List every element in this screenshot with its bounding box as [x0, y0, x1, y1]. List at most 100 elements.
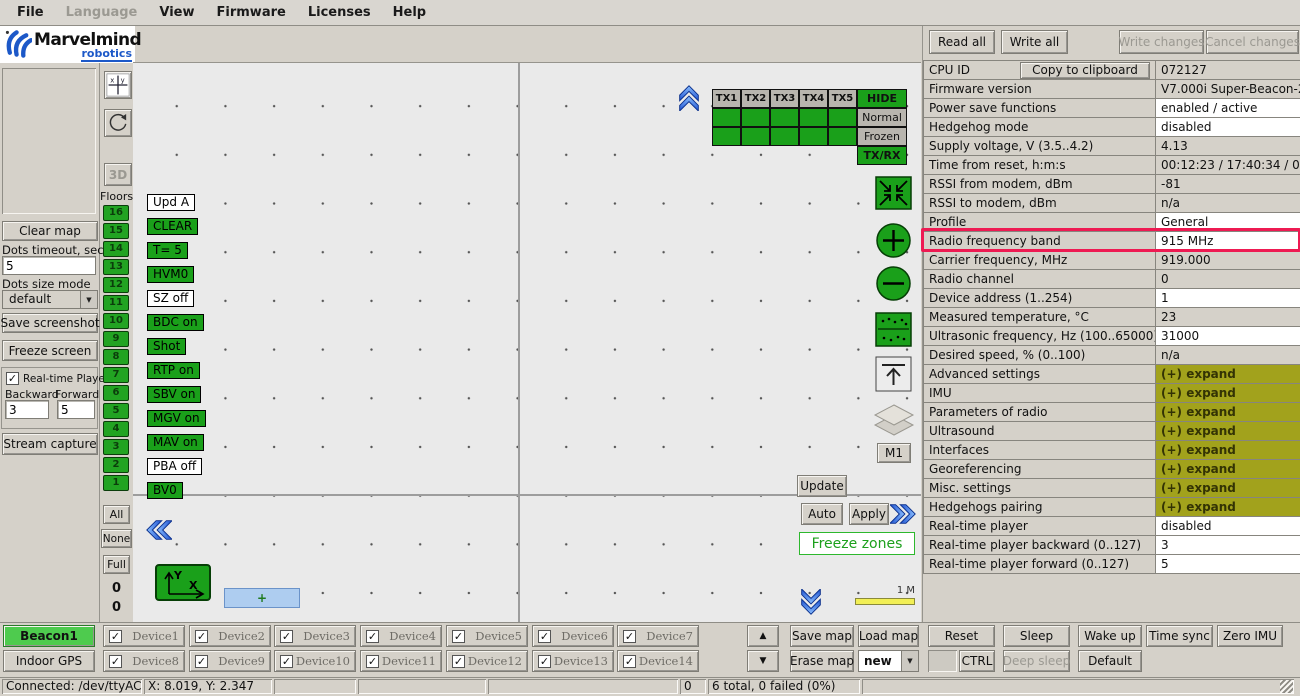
fit-to-screen-icon[interactable]: [875, 176, 912, 210]
device-checkbox[interactable]: ✓: [538, 630, 551, 643]
floor-button-4[interactable]: 4: [103, 421, 129, 437]
zoom-out-icon[interactable]: [875, 265, 912, 302]
tx-txrx-button[interactable]: TX/RX: [857, 146, 907, 165]
expand-cell[interactable]: (+) expand: [1156, 384, 1300, 403]
tx-cell[interactable]: [741, 127, 770, 146]
floors-none-button[interactable]: None: [101, 529, 132, 548]
copy-to-clipboard-button[interactable]: Copy to clipboard: [1020, 62, 1150, 79]
floor-button-15[interactable]: 15: [103, 223, 129, 239]
floor-button-10[interactable]: 10: [103, 313, 129, 329]
expand-cell[interactable]: (+) expand: [1156, 422, 1300, 441]
tx-header-tx1[interactable]: TX1: [712, 89, 741, 108]
map-button-shot[interactable]: Shot: [147, 338, 186, 355]
map-button-bv0[interactable]: BV0: [147, 482, 183, 499]
device-button-device5[interactable]: ✓Device5: [446, 625, 528, 647]
devices-scroll-down-button[interactable]: ▼: [747, 650, 779, 672]
ctrl-button[interactable]: CTRL: [959, 650, 995, 672]
config-value[interactable]: 31000: [1156, 327, 1300, 346]
config-value[interactable]: 5: [1156, 555, 1300, 574]
write-all-button[interactable]: Write all: [1001, 30, 1068, 54]
device-button-device11[interactable]: ✓Device11: [360, 650, 442, 672]
expand-cell[interactable]: (+) expand: [1156, 441, 1300, 460]
map-button-clear[interactable]: CLEAR: [147, 218, 198, 235]
rotate-view-button[interactable]: [104, 109, 132, 137]
tx-cell[interactable]: [828, 108, 857, 127]
floor-button-2[interactable]: 2: [103, 457, 129, 473]
device-checkbox[interactable]: ✓: [623, 655, 636, 668]
map-button-bdc-on[interactable]: BDC on: [147, 314, 204, 331]
device-checkbox[interactable]: ✓: [195, 630, 208, 643]
floor-button-13[interactable]: 13: [103, 259, 129, 275]
ctrl-checkbox[interactable]: [928, 650, 957, 672]
forward-input[interactable]: [57, 400, 95, 419]
floor-button-8[interactable]: 8: [103, 349, 129, 365]
tx-cell[interactable]: [828, 127, 857, 146]
floor-button-1[interactable]: 1: [103, 475, 129, 491]
device-checkbox[interactable]: ✓: [623, 630, 636, 643]
expand-cell[interactable]: (+) expand: [1156, 498, 1300, 517]
map-button-hvm0[interactable]: HVM0: [147, 266, 194, 283]
device-checkbox[interactable]: ✓: [109, 655, 122, 668]
device-button-device3[interactable]: ✓Device3: [274, 625, 356, 647]
apply-button[interactable]: Apply: [849, 503, 889, 525]
map-canvas[interactable]: TX1TX2TX3TX4TX5HIDENormalFrozenTX/RX: [133, 62, 921, 622]
resize-grip[interactable]: [1280, 680, 1293, 693]
tx-cell[interactable]: [741, 108, 770, 127]
floors-full-button[interactable]: Full: [103, 555, 130, 574]
config-value[interactable]: disabled: [1156, 118, 1300, 137]
device-button-device12[interactable]: ✓Device12: [446, 650, 528, 672]
expand-cell[interactable]: (+) expand: [1156, 460, 1300, 479]
device-checkbox[interactable]: ✓: [109, 630, 122, 643]
deep-sleep-button[interactable]: Deep sleep: [1003, 650, 1070, 672]
expand-cell[interactable]: (+) expand: [1156, 365, 1300, 384]
realtime-player-checkbox[interactable]: ✓: [6, 372, 19, 385]
chevron-down-icon[interactable]: ▼: [901, 651, 918, 671]
device-button-device10[interactable]: ✓Device10: [274, 650, 356, 672]
floor-button-6[interactable]: 6: [103, 385, 129, 401]
floors-all-button[interactable]: All: [103, 505, 130, 524]
map-button-t=-5[interactable]: T= 5: [147, 242, 188, 259]
device-checkbox[interactable]: ✓: [452, 655, 465, 668]
device-button-device6[interactable]: ✓Device6: [532, 625, 614, 647]
tx-normal-button[interactable]: Normal: [857, 108, 907, 127]
add-submap-button[interactable]: +: [224, 588, 300, 608]
chevron-down-icon[interactable]: ▼: [80, 291, 97, 308]
menu-language[interactable]: Language: [55, 5, 149, 20]
axes-view-button[interactable]: x y: [104, 71, 132, 99]
device-checkbox[interactable]: ✓: [195, 655, 208, 668]
map-button-sbv-on[interactable]: SBV on: [147, 386, 201, 403]
map-button-pba-off[interactable]: PBA off: [147, 458, 202, 475]
tx-cell[interactable]: [770, 108, 799, 127]
device-button-device14[interactable]: ✓Device14: [617, 650, 699, 672]
double-chevron-right-icon[interactable]: [890, 501, 918, 527]
upload-map-icon[interactable]: [875, 356, 912, 392]
tx-frozen-button[interactable]: Frozen: [857, 127, 907, 146]
tx-cell[interactable]: [712, 127, 741, 146]
update-button[interactable]: Update: [797, 475, 847, 497]
reset-button[interactable]: Reset: [928, 625, 995, 647]
device-checkbox[interactable]: ✓: [280, 655, 293, 668]
write-changes-button[interactable]: Write changes: [1119, 30, 1204, 54]
device-button-device1[interactable]: ✓Device1: [103, 625, 185, 647]
double-chevron-left-icon[interactable]: [144, 517, 172, 543]
zero-imu-button[interactable]: Zero IMU: [1217, 625, 1283, 647]
wake-up-button[interactable]: Wake up: [1078, 625, 1142, 647]
floor-button-14[interactable]: 14: [103, 241, 129, 257]
tx-header-tx4[interactable]: TX4: [799, 89, 828, 108]
backward-input[interactable]: [5, 400, 49, 419]
tx-header-tx2[interactable]: TX2: [741, 89, 770, 108]
device-button-device13[interactable]: ✓Device13: [532, 650, 614, 672]
clear-map-button[interactable]: Clear map: [2, 221, 98, 241]
floor-button-16[interactable]: 16: [103, 205, 129, 221]
map-button-sz-off[interactable]: SZ off: [147, 290, 194, 307]
freeze-screen-button[interactable]: Freeze screen: [2, 340, 98, 361]
cancel-changes-button[interactable]: Cancel changes: [1206, 30, 1299, 54]
menu-help[interactable]: Help: [382, 5, 437, 20]
sleep-button[interactable]: Sleep: [1003, 625, 1070, 647]
freeze-zones-button[interactable]: Freeze zones: [799, 532, 915, 555]
dots-size-select[interactable]: default ▼: [2, 290, 98, 309]
save-map-button[interactable]: Save map: [790, 625, 854, 647]
floor-button-5[interactable]: 5: [103, 403, 129, 419]
devices-scroll-up-button[interactable]: ▲: [747, 625, 779, 647]
config-value[interactable]: General: [1156, 213, 1300, 232]
